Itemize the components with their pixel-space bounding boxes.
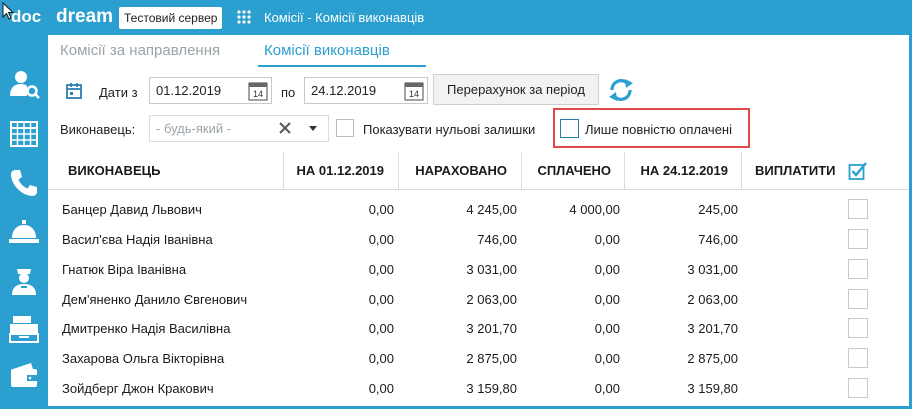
- table-header: ВИКОНАВЕЦЬ НА 01.12.2019 НАРАХОВАНО СПЛА…: [48, 152, 909, 190]
- accrued-cell: 3 201,70: [466, 321, 517, 336]
- date-to-label: по: [281, 85, 296, 100]
- main-content: Комісії за направлення Комісії виконавці…: [48, 35, 909, 406]
- cash-register-icon[interactable]: [7, 312, 41, 346]
- executor-label: Виконавець:: [60, 122, 136, 137]
- window-title: Комісії - Комісії виконавців: [264, 10, 425, 25]
- date-picker-icon[interactable]: 14: [404, 81, 424, 101]
- pay-out-checkbox[interactable]: [848, 199, 868, 219]
- opening-balance-cell: 0,00: [368, 321, 394, 336]
- column-header-opening-balance[interactable]: НА 01.12.2019: [284, 152, 384, 189]
- date-to-value: 24.12.2019: [311, 83, 377, 98]
- opening-balance-cell: 0,00: [368, 351, 394, 366]
- pay-out-checkbox[interactable]: [848, 289, 868, 309]
- paid-cell: 0,00: [594, 351, 620, 366]
- executor-select[interactable]: - будь-який -: [149, 115, 329, 142]
- table-row[interactable]: Захарова Ольга Вікторівна 0,00 2 875,00 …: [48, 344, 909, 373]
- show-zero-label: Показувати нульові залишки: [363, 122, 536, 137]
- calendar-icon: [66, 83, 82, 99]
- apps-grid-icon[interactable]: [236, 9, 252, 25]
- date-from-value: 01.12.2019: [156, 83, 222, 98]
- doctor-icon[interactable]: [7, 263, 41, 297]
- executor-name-cell: Васил'єва Надія Іванівна: [62, 232, 213, 247]
- recalculate-button[interactable]: Перерахунок за період: [433, 74, 599, 105]
- executor-name-cell: Банцер Давид Львович: [62, 202, 202, 217]
- pay-out-checkbox[interactable]: [848, 229, 868, 249]
- phone-icon[interactable]: [7, 166, 41, 200]
- table-row[interactable]: Васил'єва Надія Іванівна 0,00 746,00 0,0…: [48, 225, 909, 254]
- column-header-executor[interactable]: ВИКОНАВЕЦЬ: [68, 152, 268, 189]
- app-logo[interactable]: doc dream: [0, 0, 114, 35]
- paid-cell: 0,00: [594, 321, 620, 336]
- column-header-closing-balance[interactable]: НА 24.12.2019: [625, 152, 728, 189]
- closing-balance-cell: 3 201,70: [687, 321, 738, 336]
- only-paid-checkbox[interactable]: [560, 119, 579, 138]
- select-all-check-icon[interactable]: [848, 161, 868, 181]
- clear-icon[interactable]: [278, 121, 292, 135]
- pay-out-checkbox[interactable]: [848, 259, 868, 279]
- date-picker-day: 14: [409, 89, 419, 99]
- paid-cell: 0,00: [594, 262, 620, 277]
- column-header-paid[interactable]: СПЛАЧЕНО: [522, 152, 611, 189]
- top-bar: doc dream Тестовий сервер Комісії - Комі…: [0, 0, 912, 35]
- opening-balance-cell: 0,00: [368, 202, 394, 217]
- accrued-cell: 3 159,80: [466, 381, 517, 396]
- date-picker-day: 14: [253, 89, 263, 99]
- calendar-grid-icon[interactable]: [7, 117, 41, 151]
- paid-cell: 0,00: [594, 292, 620, 307]
- pay-out-checkbox[interactable]: [848, 378, 868, 398]
- executor-name-cell: Дмитренко Надія Василівна: [62, 321, 231, 336]
- accrued-cell: 2 875,00: [466, 351, 517, 366]
- wallet-icon[interactable]: [7, 358, 41, 392]
- closing-balance-cell: 2 063,00: [687, 292, 738, 307]
- table-row[interactable]: Дем'яненко Данило Євгенович 0,00 2 063,0…: [48, 285, 909, 314]
- accrued-cell: 2 063,00: [466, 292, 517, 307]
- server-badge: Тестовий сервер: [119, 7, 223, 29]
- date-from-field[interactable]: 01.12.2019 14: [149, 77, 272, 104]
- date-from-label: Дати з: [99, 85, 138, 100]
- column-header-pay-out[interactable]: ВИПЛАТИТИ: [755, 152, 845, 189]
- service-bell-icon[interactable]: [7, 214, 41, 248]
- opening-balance-cell: 0,00: [368, 232, 394, 247]
- paid-cell: 0,00: [594, 381, 620, 396]
- executor-name-cell: Дем'яненко Данило Євгенович: [62, 292, 248, 307]
- paid-cell: 0,00: [594, 232, 620, 247]
- executor-placeholder: - будь-який -: [156, 121, 232, 136]
- paid-cell: 4 000,00: [569, 202, 620, 217]
- accrued-cell: 746,00: [477, 232, 517, 247]
- table-row[interactable]: Гнатюк Віра Іванівна 0,00 3 031,00 0,00 …: [48, 255, 909, 284]
- opening-balance-cell: 0,00: [368, 292, 394, 307]
- date-picker-icon[interactable]: 14: [248, 81, 268, 101]
- table-row[interactable]: Дмитренко Надія Василівна 0,00 3 201,70 …: [48, 314, 909, 343]
- sidebar: [0, 35, 48, 409]
- refresh-icon[interactable]: [606, 75, 636, 105]
- pay-out-checkbox[interactable]: [848, 348, 868, 368]
- closing-balance-cell: 3 159,80: [687, 381, 738, 396]
- opening-balance-cell: 0,00: [368, 381, 394, 396]
- accrued-cell: 4 245,00: [466, 202, 517, 217]
- show-zero-checkbox[interactable]: [336, 119, 354, 137]
- closing-balance-cell: 746,00: [698, 232, 738, 247]
- tab-commissions-by-referral[interactable]: Комісії за направлення: [60, 42, 220, 60]
- column-separator: [741, 152, 742, 189]
- user-search-icon[interactable]: [7, 67, 41, 101]
- executor-name-cell: Гнатюк Віра Іванівна: [62, 262, 187, 277]
- closing-balance-cell: 245,00: [698, 202, 738, 217]
- executor-name-cell: Зойдберг Джон Кракович: [62, 381, 214, 396]
- logo-doc-text: doc: [11, 7, 42, 26]
- pay-out-checkbox[interactable]: [848, 318, 868, 338]
- logo-dream-text: dream: [56, 6, 114, 27]
- opening-balance-cell: 0,00: [368, 262, 394, 277]
- active-tab-underline: [258, 65, 426, 67]
- chevron-down-icon[interactable]: [308, 125, 318, 133]
- closing-balance-cell: 3 031,00: [687, 262, 738, 277]
- table-row[interactable]: Зойдберг Джон Кракович 0,00 3 159,80 0,0…: [48, 374, 909, 403]
- column-header-accrued[interactable]: НАРАХОВАНО: [399, 152, 507, 189]
- only-paid-label: Лише повністю оплачені: [585, 122, 732, 137]
- table-row[interactable]: Банцер Давид Львович 0,00 4 245,00 4 000…: [48, 195, 909, 224]
- closing-balance-cell: 2 875,00: [687, 351, 738, 366]
- date-to-field[interactable]: 24.12.2019 14: [304, 77, 428, 104]
- executor-name-cell: Захарова Ольга Вікторівна: [62, 351, 225, 366]
- tab-executor-commissions[interactable]: Комісії виконавців: [264, 42, 390, 60]
- accrued-cell: 3 031,00: [466, 262, 517, 277]
